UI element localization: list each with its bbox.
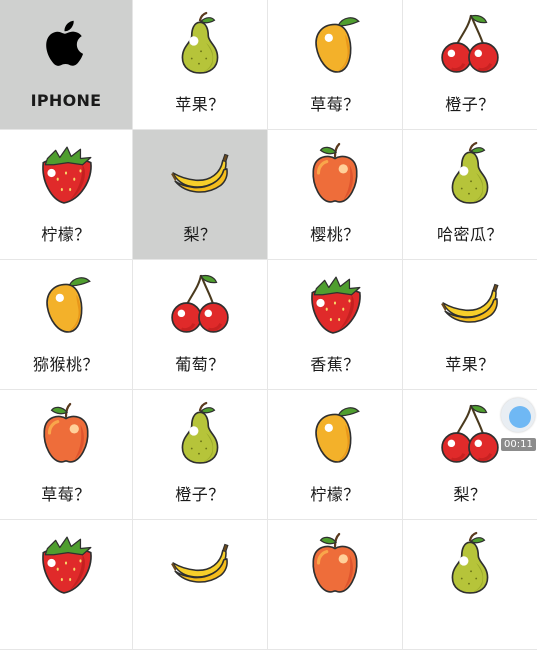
grid-cell[interactable]: [0, 520, 133, 650]
screen-recorder-widget[interactable]: 00:11: [499, 396, 537, 454]
strawberry-icon: [35, 142, 97, 204]
apple-icon: [304, 532, 366, 594]
grid-cell[interactable]: 草莓？: [0, 390, 133, 520]
mango-icon: [304, 402, 366, 464]
cell-label: 橙子？: [175, 485, 225, 504]
cell-label: 苹果？: [175, 95, 225, 114]
cell-label: 猕猴桃？: [32, 355, 99, 374]
grid-cell[interactable]: 猕猴桃？: [0, 260, 133, 390]
apple-icon: [35, 402, 97, 464]
cell-label: 香蕉？: [310, 355, 360, 374]
grid-cell[interactable]: 葡萄？: [133, 260, 268, 390]
banana-icon: [169, 532, 231, 594]
grid-cell[interactable]: [133, 520, 268, 650]
pear-icon: [169, 401, 231, 464]
apple-icon: [304, 142, 366, 204]
grid-cell[interactable]: [268, 520, 403, 650]
pear-icon: [169, 11, 231, 74]
pear-icon: [439, 141, 501, 204]
cell-label: 梨？: [183, 225, 217, 244]
cell-label: 草莓？: [41, 485, 91, 504]
grid-cell[interactable]: 柠檬？: [0, 130, 133, 260]
grid-cell[interactable]: 橙子？: [133, 390, 268, 520]
record-button[interactable]: [501, 398, 535, 432]
cell-label: 橙子？: [445, 95, 495, 114]
recording-timer: 00:11: [501, 438, 536, 451]
grid-cell[interactable]: 草莓？: [268, 0, 403, 130]
grid-cell[interactable]: 苹果？: [403, 260, 537, 390]
cell-label: 柠檬？: [41, 225, 91, 244]
strawberry-icon: [304, 272, 366, 334]
grid-cell[interactable]: 哈密瓜？: [403, 130, 537, 260]
strawberry-icon: [35, 532, 97, 594]
cherry-icon: [439, 402, 501, 464]
record-dot-icon: [509, 406, 531, 428]
cell-label: 樱桃？: [310, 225, 360, 244]
pear-icon: [439, 531, 501, 594]
grid-cell[interactable]: 柠檬？: [268, 390, 403, 520]
cherry-icon: [169, 272, 231, 334]
grid-cell[interactable]: 樱桃？: [268, 130, 403, 260]
grid-cell[interactable]: 梨？: [133, 130, 268, 260]
cell-label: 柠檬？: [310, 485, 360, 504]
grid-cell[interactable]: 苹果？: [133, 0, 268, 130]
grid-cell[interactable]: 橙子？: [403, 0, 537, 130]
cell-label: IPHONE: [30, 91, 102, 110]
banana-icon: [169, 142, 231, 204]
cell-label: 梨？: [453, 485, 487, 504]
grid-cell[interactable]: 香蕉？: [268, 260, 403, 390]
banana-icon: [439, 272, 501, 334]
mango-icon: [35, 272, 97, 334]
grid-cell[interactable]: [403, 520, 537, 650]
fruit-grid: IPHONE 苹果？ 草莓？ 橙子？ 柠檬？ 梨？ 樱桃？ 哈密瓜？ 猕猴桃？ 葡萄？ 香蕉？ 苹果？…: [0, 0, 537, 650]
cell-label: 哈密瓜？: [436, 225, 503, 244]
cherry-icon: [439, 12, 501, 74]
mango-icon: [304, 12, 366, 74]
cell-label: 苹果？: [445, 355, 495, 374]
apple-logo-icon: [35, 12, 97, 74]
grid-cell[interactable]: IPHONE: [0, 0, 133, 130]
cell-label: 草莓？: [310, 95, 360, 114]
cell-label: 葡萄？: [175, 355, 225, 374]
